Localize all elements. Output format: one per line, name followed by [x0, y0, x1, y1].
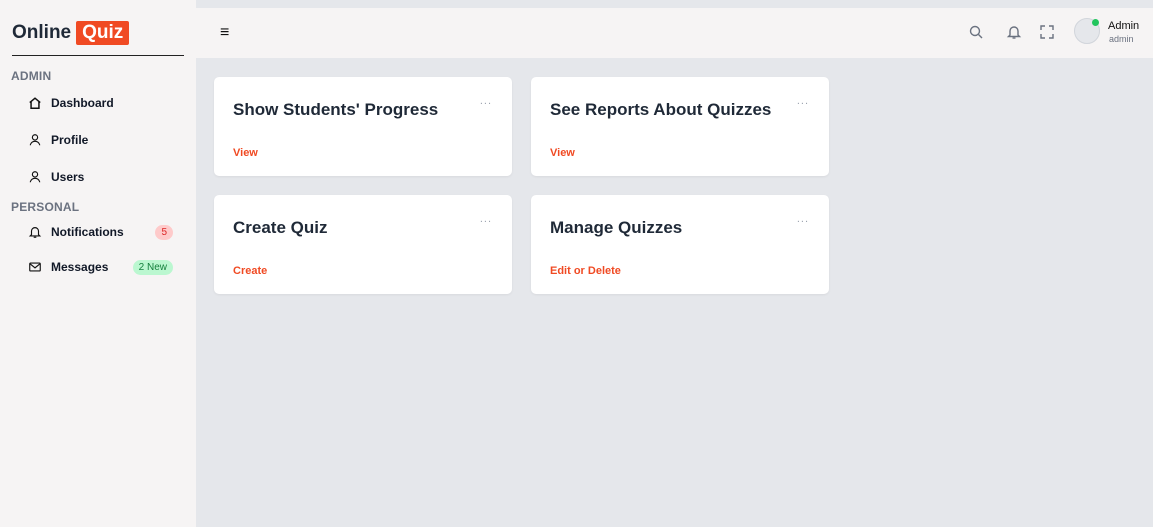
card-manage-quizzes: Manage Quizzes ... Edit or Delete: [531, 195, 829, 294]
notifications-count-badge: 5: [155, 224, 173, 240]
sidebar: Online Quiz ADMIN Dashboard Profile User…: [0, 0, 196, 527]
card-create-link[interactable]: Create: [233, 265, 267, 277]
logo-divider: [12, 55, 184, 56]
section-title-personal: PERSONAL: [11, 200, 80, 214]
card-title: Show Students' Progress: [233, 100, 439, 119]
sidebar-item-dashboard[interactable]: Dashboard: [28, 93, 173, 113]
home-icon: [29, 97, 41, 109]
card-more-menu-icon[interactable]: ...: [480, 213, 492, 225]
bell-icon[interactable]: [1006, 24, 1022, 40]
fullscreen-icon[interactable]: [1039, 24, 1055, 40]
card-create-quiz: Create Quiz ... Create: [214, 195, 512, 294]
user-icon: [29, 134, 41, 146]
bell-icon: [28, 227, 42, 238]
card-more-menu-icon[interactable]: ...: [480, 95, 492, 107]
brand-logo[interactable]: Online Quiz: [12, 20, 130, 46]
messages-new-badge: 2 New: [132, 259, 173, 275]
user-role: admin: [1109, 34, 1134, 44]
hamburger-menu-icon[interactable]: ≡: [220, 24, 229, 42]
card-title: Manage Quizzes: [550, 218, 683, 237]
sidebar-item-label: Profile: [51, 133, 89, 147]
sidebar-item-users[interactable]: Users: [28, 167, 173, 187]
sidebar-item-label: Messages: [51, 260, 109, 274]
card-title: Create Quiz: [233, 218, 328, 237]
sidebar-item-label: Dashboard: [51, 96, 114, 110]
card-view-link[interactable]: View: [233, 147, 258, 159]
user-icon: [29, 171, 41, 183]
brand-name-part2: Quiz: [76, 21, 130, 45]
sidebar-item-label: Notifications: [51, 225, 124, 239]
user-name[interactable]: Admin: [1108, 20, 1139, 32]
card-more-menu-icon[interactable]: ...: [797, 95, 809, 107]
card-view-link[interactable]: View: [550, 147, 575, 159]
search-icon[interactable]: [968, 24, 984, 40]
online-status-indicator: [1092, 19, 1099, 26]
card-more-menu-icon[interactable]: ...: [797, 213, 809, 225]
sidebar-item-profile[interactable]: Profile: [28, 130, 173, 150]
mail-icon: [29, 262, 41, 272]
top-header: ≡ Admin admin: [196, 8, 1153, 58]
card-edit-delete-link[interactable]: Edit or Delete: [550, 265, 621, 277]
card-students-progress: Show Students' Progress ... View: [214, 77, 512, 176]
card-title: See Reports About Quizzes: [550, 100, 772, 119]
sidebar-item-notifications[interactable]: Notifications 5: [28, 222, 173, 242]
sidebar-item-label: Users: [51, 170, 85, 184]
sidebar-item-messages[interactable]: Messages 2 New: [28, 257, 173, 277]
section-title-admin: ADMIN: [11, 69, 52, 83]
card-reports-quizzes: See Reports About Quizzes ... View: [531, 77, 829, 176]
brand-name-part1: Online: [12, 22, 72, 43]
